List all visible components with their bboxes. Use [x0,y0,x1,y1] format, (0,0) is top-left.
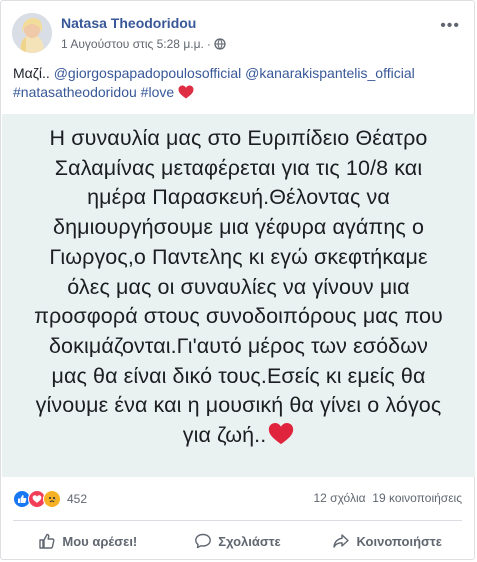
heart-emoji-icon [178,85,194,99]
banner-line: προσφορά στους συνοδοιπόρους μας που [34,304,443,329]
meta-separator: · [206,37,211,51]
like-label: Μου αρέσει! [62,533,138,549]
share-label: Κοινοποιήστε [356,533,442,549]
comment-button[interactable]: Σχολιάστε [163,526,313,556]
caption-prefix: Μαζί.. [13,65,54,81]
engagement-stats: 452 12 σχόλια 19 κοινοποιήσεις [13,490,462,510]
reactions-count[interactable]: 452 [67,492,87,506]
comments-count[interactable]: 12 σχόλια [313,491,365,505]
author-avatar[interactable] [12,13,52,53]
banner-line: ημέρα Παρασκευή.Θέλοντας να [87,185,390,210]
hashtag-link[interactable]: #natasatheodoridou [13,84,137,100]
banner-text: Η συναυλία μας στο Ευριπίδειο Θέατρο Σαλ… [2,124,475,451]
thumbs-up-icon [39,533,55,549]
banner-line: για ζωή.. [182,423,267,448]
like-button[interactable]: Μου αρέσει! [13,526,163,556]
mention-link[interactable]: @kanarakispantelis_official [245,65,415,81]
globe-icon[interactable] [214,38,226,50]
heart-emoji-icon [269,422,294,445]
banner-line: γίνουμε ένα και η μουσική θα γίνει ο λόγ… [35,393,442,418]
banner-line: δημιουργήσουμε μια γέφυρα αγάπης ο [53,215,424,240]
comment-icon [195,533,212,549]
author-name[interactable]: Natasa Theodoridou [61,15,196,31]
reactions-summary[interactable]: 452 [13,490,87,508]
post-meta: 1 Αυγούστου στις 5:28 μ.μ. · [61,37,226,51]
banner-line: Σαλαμίνας μεταφέρεται για τις 10/8 και [54,155,423,180]
banner-line: Γιωργος,ο Παντελης κι εγώ σκεφτήκαμε [49,244,428,269]
share-arrow-icon [333,534,350,548]
post-options-button[interactable]: ••• [440,17,460,35]
banner-line: όλες μας οι συναυλίες να γίνουν μια [67,274,410,299]
comment-share-stats: 12 σχόλια 19 κοινοποιήσεις [313,491,462,505]
post-actions: Μου αρέσει! Σχολιάστε Κοινοποιήστε [13,526,462,556]
comment-label: Σχολιάστε [218,533,281,549]
share-button[interactable]: Κοινοποιήστε [312,526,462,556]
actions-divider [13,520,462,521]
post-caption: Μαζί.. @giorgospapadopoulosofficial @kan… [13,64,463,102]
banner-line: μας θα είναι δικό τους.Εσείς κι εμείς θα [51,363,426,388]
hashtag-link[interactable]: #love [141,84,174,100]
shares-count[interactable]: 19 κοινοποιήσεις [372,491,462,505]
banner-line: Η συναυλία μας στο Ευριπίδειο Θέατρο [49,126,428,150]
post-card: Natasa Theodoridou 1 Αυγούστου στις 5:28… [0,0,475,560]
banner-line: δοκιμάζονται.Γι'αυτό μέρος των εσόδων [48,333,428,358]
sad-reaction-icon [43,490,61,508]
post-timestamp[interactable]: 1 Αυγούστου στις 5:28 μ.μ. [61,37,204,51]
text-post-banner[interactable]: Η συναυλία μας στο Ευριπίδειο Θέατρο Σαλ… [2,114,475,477]
mention-link[interactable]: @giorgospapadopoulosofficial [54,65,242,81]
avatar-image [12,13,52,53]
banner-last-line: για ζωή.. [2,421,475,451]
